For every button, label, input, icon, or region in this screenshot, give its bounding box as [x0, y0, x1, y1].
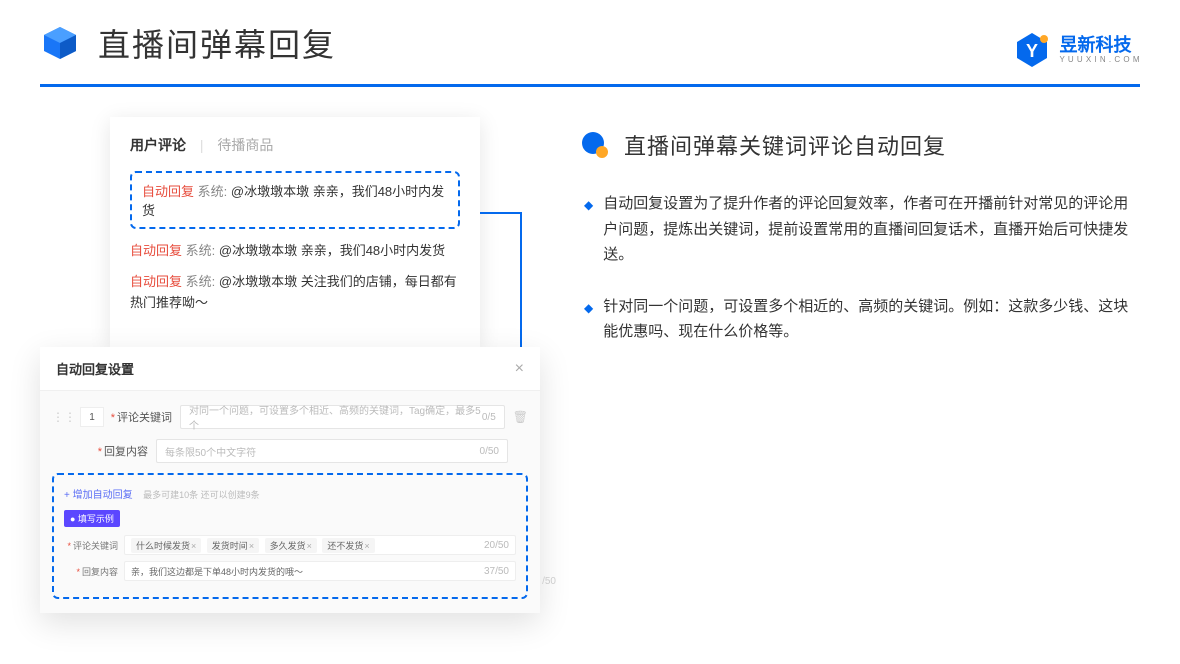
- settings-panel: 自动回复设置 × ⋮⋮ 1 *评论关键词 对同一个问题，可设置多个相近、高频的关…: [40, 347, 540, 613]
- logo-text: 昱新科技 Y U U X I N . C O M: [1060, 36, 1140, 65]
- bullet-item: ◆ 自动回复设置为了提升作者的评论回复效率，作者可在开播前针对常见的评论用户问题…: [584, 191, 1140, 268]
- reply-line-1: 自动回复 系统: @冰墩墩本墩 亲亲，我们48小时内发货: [130, 241, 460, 262]
- comments-tabs: 用户评论 | 待播商品: [130, 135, 460, 155]
- settings-header: 自动回复设置 ×: [40, 347, 540, 391]
- example-content-row: *回复内容 亲，我们这边都是下单48小时内发货的哦～ 37/50: [64, 561, 516, 581]
- tag-chip: 发货时间×: [207, 538, 259, 553]
- screenshot-column: 用户评论 | 待播商品 自动回复 系统: @冰墩墩本墩 亲亲，我们48小时内发货…: [40, 117, 540, 607]
- settings-title: 自动回复设置: [56, 359, 134, 378]
- reply-tag: 自动回复: [142, 184, 194, 199]
- bullet-item: ◆ 针对同一个问题，可设置多个相近的、高频的关键词。例如：这款多少钱、这块能优惠…: [584, 294, 1140, 345]
- keyword-row: ⋮⋮ 1 *评论关键词 对同一个问题，可设置多个相近、高频的关键词，Tag确定，…: [52, 405, 528, 429]
- feature-title-row: 直播间弹幕关键词评论自动回复: [580, 129, 1140, 161]
- reply-sys: 系统:: [198, 184, 228, 199]
- keyword-input[interactable]: 对同一个问题，可设置多个相近、高频的关键词，Tag确定，最多5个 0/5: [180, 405, 505, 429]
- cube-icon: [40, 23, 80, 63]
- connector-h1: [480, 212, 520, 214]
- order-number: 1: [80, 407, 104, 427]
- logo-icon: Y: [1012, 30, 1052, 70]
- page-title: 直播间弹幕回复: [98, 20, 336, 66]
- logo-cn: 昱新科技: [1060, 36, 1140, 56]
- feature-title: 直播间弹幕关键词评论自动回复: [624, 129, 946, 161]
- chat-bubble-icon: [580, 130, 610, 160]
- add-reply-note: 最多可建10条 还可以创建9条: [143, 490, 260, 500]
- example-content-field[interactable]: 亲，我们这边都是下单48小时内发货的哦～ 37/50: [124, 561, 516, 581]
- comments-panel: 用户评论 | 待播商品 自动回复 系统: @冰墩墩本墩 亲亲，我们48小时内发货…: [110, 117, 480, 347]
- add-reply-link[interactable]: + 增加自动回复: [64, 490, 133, 501]
- example-keyword-row: *评论关键词 什么时候发货× 发货时间× 多久发货× 还不发货× 20/50: [64, 535, 516, 555]
- close-icon[interactable]: ×: [515, 360, 524, 378]
- example-box: + 增加自动回复 最多可建10条 还可以创建9条 ● 填写示例 *评论关键词 什…: [52, 473, 528, 599]
- drag-handle-icon[interactable]: ⋮⋮: [52, 410, 76, 424]
- example-tags: 什么时候发货× 发货时间× 多久发货× 还不发货×: [131, 538, 378, 553]
- trash-icon[interactable]: 🗑: [513, 410, 528, 424]
- highlighted-reply: 自动回复 系统: @冰墩墩本墩 亲亲，我们48小时内发货: [130, 171, 460, 229]
- example-keyword-field[interactable]: 什么时候发货× 发货时间× 多久发货× 还不发货× 20/50: [124, 535, 516, 555]
- logo-en: Y U U X I N . C O M: [1060, 56, 1140, 65]
- brand-logo: Y 昱新科技 Y U U X I N . C O M: [1012, 30, 1140, 70]
- content-label: *回复内容: [86, 443, 156, 459]
- reply-line-2: 自动回复 系统: @冰墩墩本墩 关注我们的店铺，每日都有热门推荐呦～: [130, 272, 460, 314]
- diamond-icon: ◆: [584, 298, 593, 345]
- tab-user-comments[interactable]: 用户评论: [130, 137, 186, 153]
- tag-chip: 什么时候发货×: [131, 538, 201, 553]
- tag-chip: 还不发货×: [322, 538, 374, 553]
- svg-text:Y: Y: [1026, 41, 1038, 61]
- settings-body: ⋮⋮ 1 *评论关键词 对同一个问题，可设置多个相近、高频的关键词，Tag确定，…: [40, 391, 540, 613]
- keyword-label: *评论关键词: [110, 409, 180, 425]
- example-badge: ● 填写示例: [64, 510, 120, 527]
- bullet-list: ◆ 自动回复设置为了提升作者的评论回复效率，作者可在开播前针对常见的评论用户问题…: [580, 191, 1140, 345]
- diamond-icon: ◆: [584, 195, 593, 268]
- description-column: 直播间弹幕关键词评论自动回复 ◆ 自动回复设置为了提升作者的评论回复效率，作者可…: [580, 117, 1140, 607]
- side-count: /50: [542, 576, 556, 587]
- page-header: 直播间弹幕回复: [0, 0, 1180, 76]
- tab-pending-goods[interactable]: 待播商品: [217, 137, 273, 153]
- content-row: *回复内容 每条限50个中文字符 0/50: [52, 439, 528, 463]
- content-input[interactable]: 每条限50个中文字符 0/50: [156, 439, 508, 463]
- tag-chip: 多久发货×: [265, 538, 317, 553]
- tab-separator: |: [200, 137, 204, 153]
